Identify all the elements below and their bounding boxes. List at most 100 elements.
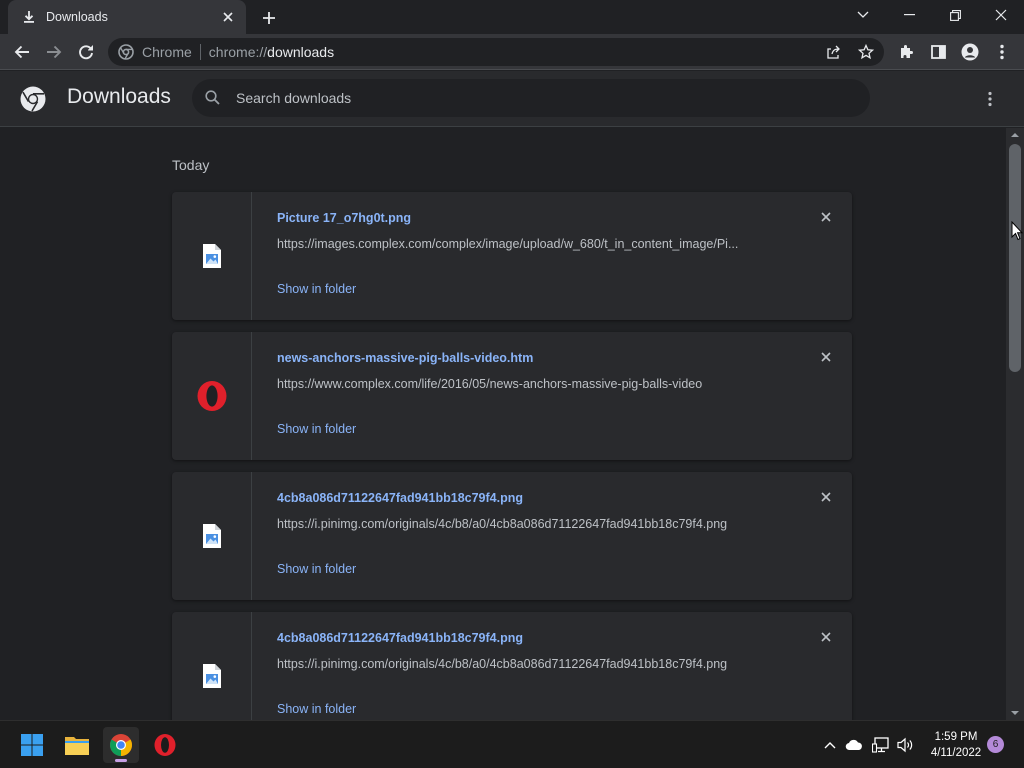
arrow-left-icon [14, 45, 29, 59]
downloads-menu-button[interactable] [978, 87, 1002, 111]
chevron-up-icon [824, 742, 836, 749]
download-source-url[interactable]: https://www.complex.com/life/2016/05/new… [277, 377, 702, 391]
tab-search-button[interactable] [840, 0, 886, 30]
file-icon-column [172, 192, 252, 320]
browser-toolbar: Chrome chrome:// downloads [0, 34, 1024, 70]
page-title: Downloads [67, 85, 171, 108]
show-in-folder-link[interactable]: Show in folder [277, 282, 356, 296]
chevron-down-icon [857, 11, 869, 18]
chrome-logo-icon [20, 86, 46, 112]
search-downloads-input[interactable] [236, 90, 836, 106]
bookmark-button[interactable] [856, 42, 876, 62]
puzzle-icon [901, 45, 913, 58]
download-source-url[interactable]: https://i.pinimg.com/originals/4c/b8/a0/… [277, 657, 727, 671]
clock-time: 1:59 PM [934, 731, 978, 743]
network-icon [872, 737, 889, 753]
file-explorer-button[interactable] [59, 727, 95, 763]
plus-icon [263, 12, 275, 24]
opera-taskbar-button[interactable] [147, 727, 183, 763]
chrome-taskbar-button[interactable] [103, 727, 139, 763]
clock-date: 4/11/2022 [930, 747, 982, 759]
address-bar[interactable]: Chrome chrome:// downloads [108, 38, 884, 66]
download-filename-link[interactable]: Picture 17_o7hg0t.png [277, 211, 411, 225]
remove-download-button[interactable] [818, 629, 834, 645]
download-item: 4cb8a086d71122647fad941bb18c79f4.png htt… [172, 612, 852, 720]
download-filename-link[interactable]: 4cb8a086d71122647fad941bb18c79f4.png [277, 631, 523, 645]
tab-close-icon[interactable] [220, 9, 236, 25]
downloads-list: Today Picture 17_o7hg0t.png https://imag… [0, 128, 1006, 720]
opera-icon [154, 734, 176, 756]
remove-download-button[interactable] [818, 489, 834, 505]
side-panel-icon [930, 45, 946, 59]
new-tab-button[interactable] [258, 7, 280, 29]
search-icon [205, 90, 220, 105]
search-downloads-box[interactable] [192, 79, 870, 117]
tab-title: Downloads [46, 10, 108, 24]
image-file-icon [202, 664, 221, 688]
remove-download-button[interactable] [818, 349, 834, 365]
remove-download-button[interactable] [818, 209, 834, 225]
file-icon-column [172, 612, 252, 720]
download-item: news-anchors-massive-pig-balls-video.htm… [172, 332, 852, 460]
windows-taskbar: 1:59 PM 4/11/2022 6 [0, 720, 1024, 768]
avatar-icon [961, 43, 979, 61]
download-source-url[interactable]: https://i.pinimg.com/originals/4c/b8/a0/… [277, 517, 727, 531]
scrollbar-thumb[interactable] [1009, 144, 1021, 372]
show-in-folder-link[interactable]: Show in folder [277, 562, 356, 576]
reload-icon [79, 45, 93, 60]
notification-badge[interactable]: 6 [987, 736, 1004, 753]
tab-strip: Downloads [0, 0, 1024, 34]
kebab-menu-icon [1000, 44, 1004, 60]
cloud-icon [845, 739, 862, 751]
scroll-down-arrow-icon[interactable] [1010, 708, 1020, 718]
back-button[interactable] [10, 40, 34, 64]
profile-button[interactable] [958, 40, 982, 64]
mouse-cursor-icon [1011, 221, 1023, 241]
close-icon [821, 352, 831, 362]
share-button[interactable] [823, 42, 843, 62]
onedrive-button[interactable] [844, 735, 864, 755]
minimize-icon [903, 14, 915, 16]
start-button[interactable] [14, 727, 50, 763]
reload-button[interactable] [74, 40, 98, 64]
restore-icon [949, 9, 961, 21]
download-icon [24, 11, 34, 23]
close-icon [821, 492, 831, 502]
volume-button[interactable] [896, 735, 916, 755]
scroll-up-arrow-icon[interactable] [1010, 130, 1020, 140]
speaker-icon [897, 737, 913, 753]
downloads-header: Downloads [0, 71, 1024, 127]
close-icon [821, 632, 831, 642]
star-icon [858, 44, 874, 60]
download-filename-link[interactable]: 4cb8a086d71122647fad941bb18c79f4.png [277, 491, 523, 505]
network-button[interactable] [871, 735, 891, 755]
file-icon-column [172, 332, 252, 460]
active-app-indicator [115, 759, 127, 762]
system-clock[interactable]: 1:59 PM 4/11/2022 [924, 729, 988, 761]
minimize-button[interactable] [886, 0, 932, 30]
arrow-right-icon [47, 45, 62, 59]
close-icon [995, 9, 1007, 21]
download-source-url[interactable]: https://images.complex.com/complex/image… [277, 237, 738, 251]
chrome-icon [110, 734, 132, 756]
show-in-folder-link[interactable]: Show in folder [277, 422, 356, 436]
download-item: 4cb8a086d71122647fad941bb18c79f4.png htt… [172, 472, 852, 600]
vertical-scrollbar[interactable] [1006, 128, 1024, 720]
tab-downloads[interactable]: Downloads [8, 0, 246, 34]
show-hidden-icons-button[interactable] [820, 735, 840, 755]
chrome-icon [118, 44, 134, 60]
url-scheme: chrome:// [208, 44, 268, 60]
chrome-menu-button[interactable] [990, 40, 1014, 64]
download-item: Picture 17_o7hg0t.png https://images.com… [172, 192, 852, 320]
show-in-folder-link[interactable]: Show in folder [277, 702, 356, 716]
download-filename-link[interactable]: news-anchors-massive-pig-balls-video.htm [277, 351, 533, 365]
forward-button[interactable] [42, 40, 66, 64]
close-window-button[interactable] [978, 0, 1024, 30]
extensions-button[interactable] [894, 40, 918, 64]
restore-button[interactable] [932, 0, 978, 30]
image-file-icon [202, 244, 221, 268]
screen: Downloads Chrome chrome:// downloads Dow… [0, 0, 1024, 768]
kebab-menu-icon [988, 91, 992, 107]
side-panel-button[interactable] [926, 40, 950, 64]
folder-icon [65, 737, 89, 755]
